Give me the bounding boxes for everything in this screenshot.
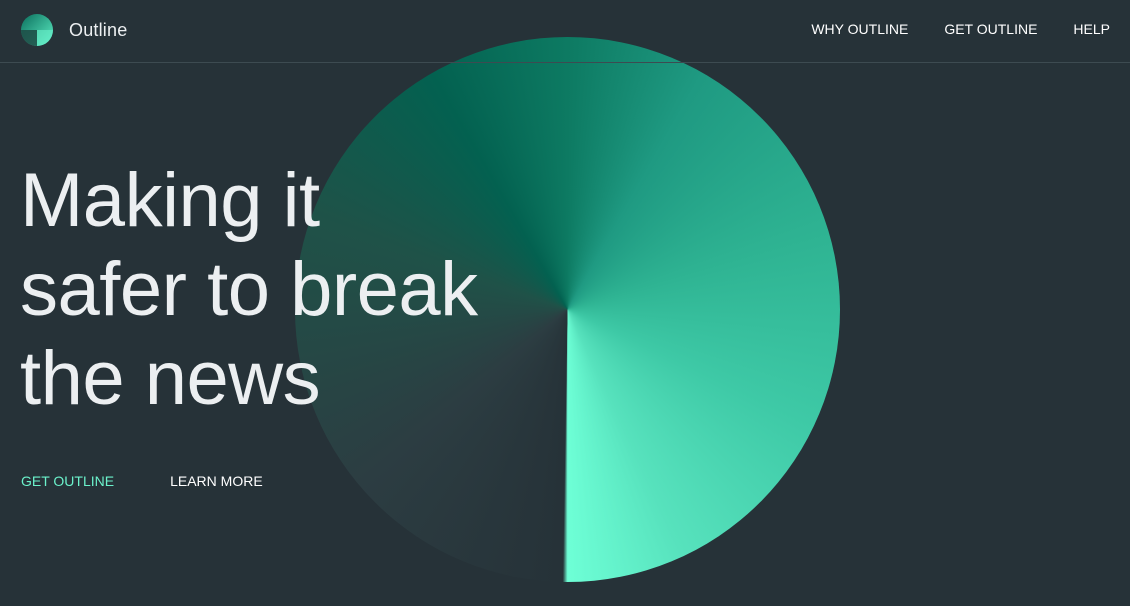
brand-name[interactable]: Outline [69, 20, 127, 41]
nav-help[interactable]: HELP [1073, 21, 1110, 37]
nav-get-outline[interactable]: GET OUTLINE [944, 21, 1037, 37]
nav-why-outline[interactable]: WHY OUTLINE [811, 21, 908, 37]
learn-more-button[interactable]: LEARN MORE [170, 473, 263, 489]
headline-line-1: Making it [20, 158, 320, 243]
get-outline-button[interactable]: GET OUTLINE [21, 473, 114, 489]
main-nav: WHY OUTLINE GET OUTLINE HELP [811, 21, 1110, 37]
headline-line-2: safer to break [20, 247, 478, 332]
hero-cta-row: GET OUTLINE LEARN MORE [21, 473, 263, 489]
site-header: Outline WHY OUTLINE GET OUTLINE HELP [0, 0, 1130, 63]
hero-headline: Making it safer to break the news [20, 156, 478, 423]
page: Outline WHY OUTLINE GET OUTLINE HELP Mak… [0, 0, 1130, 606]
headline-line-3: the news [20, 336, 321, 421]
outline-logo-icon[interactable] [21, 14, 53, 46]
